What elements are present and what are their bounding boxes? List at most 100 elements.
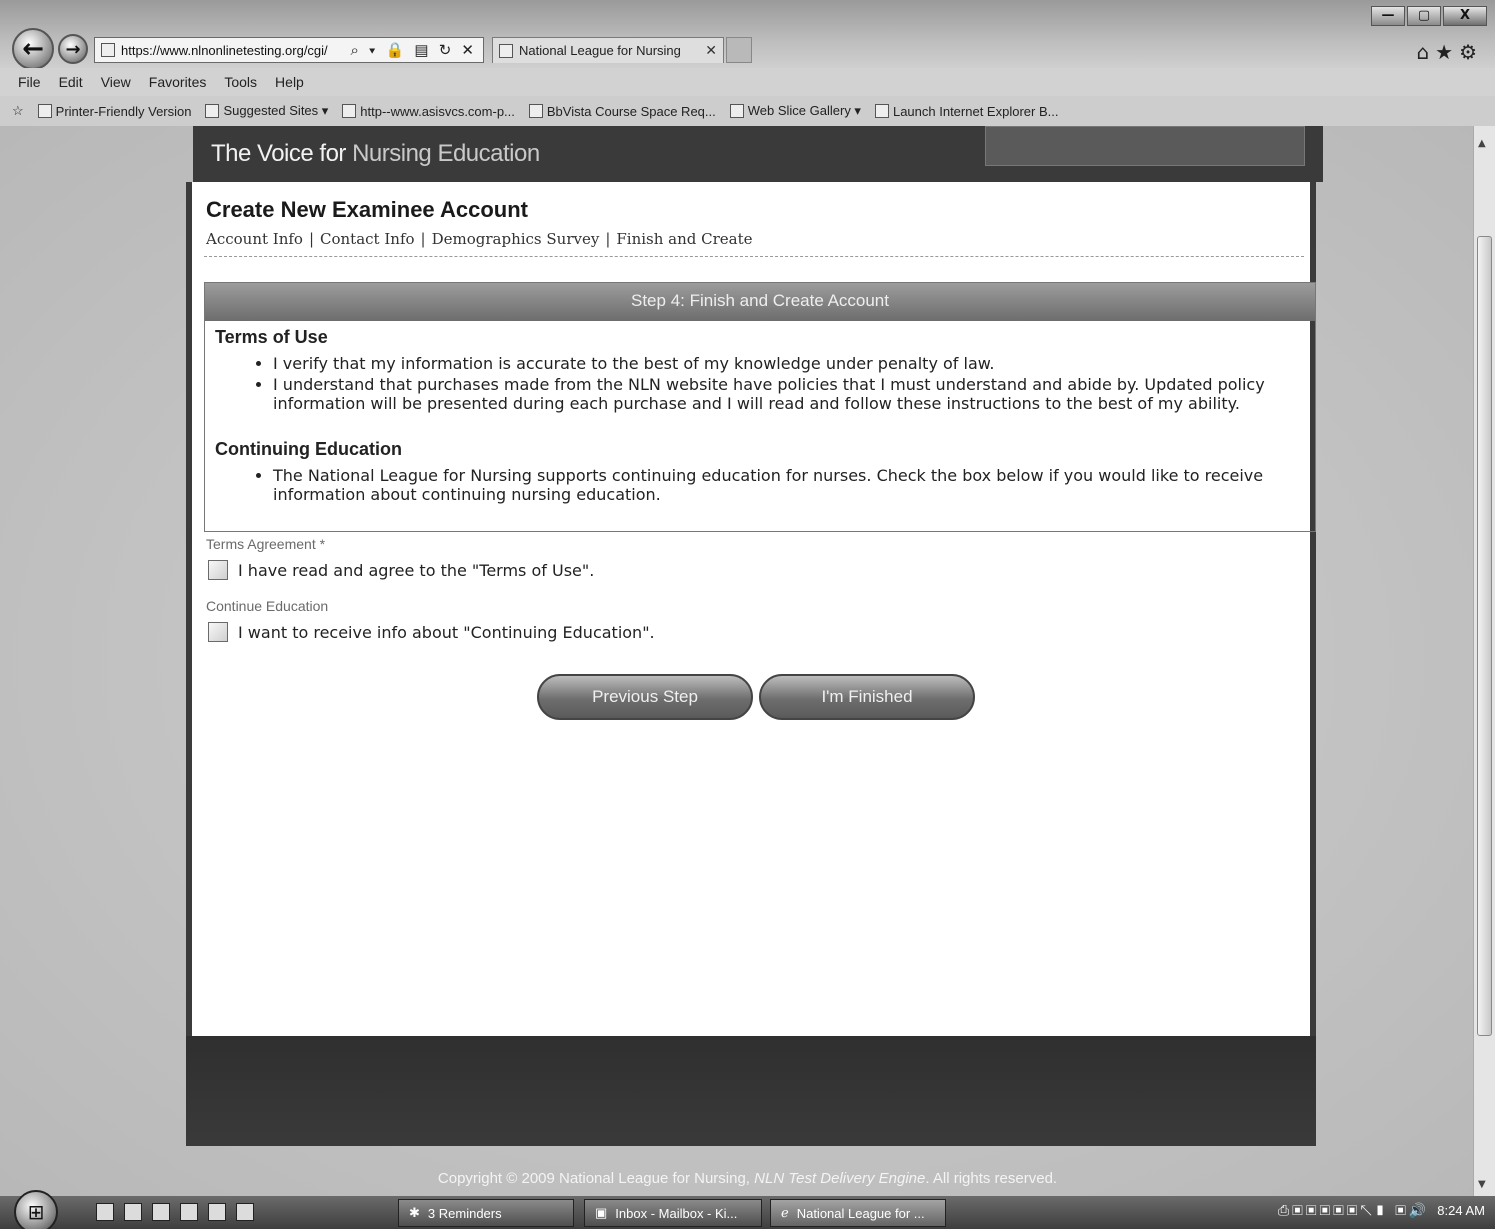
menu-file[interactable]: File	[18, 74, 41, 90]
favorite-item[interactable]: Launch Internet Explorer B...	[874, 103, 1059, 119]
address-bar[interactable]: https://www.nlnonlinetesting.org/cgi/ ⌕ …	[94, 37, 484, 63]
terms-list: I verify that my information is accurate…	[273, 354, 1305, 413]
favorite-label: Suggested Sites ▾	[223, 103, 329, 118]
menu-help[interactable]: Help	[275, 74, 304, 90]
divider	[204, 256, 1304, 257]
menu-edit[interactable]: Edit	[59, 74, 83, 90]
quick-launch-icon[interactable]	[96, 1203, 114, 1221]
favorite-label: http--www.asisvcs.com-p...	[360, 103, 515, 119]
favorites-star-icon[interactable]: ☆	[12, 103, 24, 119]
ie-icon	[205, 104, 220, 118]
terms-agreement-checkbox[interactable]	[208, 560, 228, 580]
minimize-button[interactable]: —	[1371, 6, 1405, 26]
tab-close-icon[interactable]: ✕	[705, 42, 717, 59]
tab-national-league[interactable]: National League for Nursing ✕	[492, 37, 724, 63]
quick-launch-icon[interactable]	[180, 1203, 198, 1221]
maximize-button[interactable]: ▢	[1407, 6, 1441, 26]
address-tools[interactable]: ⌕ ▾ 🔒 ▤ ↻ ✕	[350, 41, 477, 59]
site-favicon-icon	[101, 43, 115, 57]
quick-launch-icon[interactable]	[236, 1203, 254, 1221]
bell-icon: ✱	[409, 1205, 420, 1220]
favorite-item[interactable]: Printer-Friendly Version	[37, 103, 192, 119]
taskbar-item-label: 3 Reminders	[427, 1205, 502, 1221]
finish-button[interactable]: I'm Finished	[759, 674, 975, 720]
link-icon	[342, 104, 357, 118]
taskbar-item-label: National League for ...	[796, 1205, 925, 1221]
favorite-label: Launch Internet Explorer B...	[892, 103, 1059, 119]
copyright-end: . All rights reserved.	[925, 1170, 1058, 1187]
menu-bar: File Edit View Favorites Tools Help	[0, 68, 1495, 96]
taskbar-item-ie[interactable]: ℯ National League for ...	[770, 1199, 946, 1227]
quick-launch-icon[interactable]	[152, 1203, 170, 1221]
taskbar-item-reminders[interactable]: ✱ 3 Reminders	[398, 1199, 574, 1227]
continuing-education-heading: Continuing Education	[215, 439, 402, 459]
site-footer	[186, 1036, 1316, 1146]
tagline-main: The Voice for	[211, 140, 353, 167]
favorite-item[interactable]: Web Slice Gallery ▾	[729, 103, 861, 119]
new-tab-button[interactable]	[726, 37, 752, 63]
favorite-item[interactable]: BbVista Course Space Req...	[528, 103, 716, 119]
site-header: The Voice for Nursing Education	[193, 126, 1323, 182]
continue-education-text[interactable]: I want to receive info about "Continuing…	[238, 623, 655, 642]
terms-agreement-text[interactable]: I have read and agree to the "Terms of U…	[238, 561, 594, 580]
taskbar-item-label: Inbox - Mailbox - Ki...	[615, 1205, 738, 1221]
ce-list: The National League for Nursing supports…	[273, 466, 1305, 504]
back-arrow-icon: ←	[22, 34, 44, 64]
back-button[interactable]: ←	[12, 28, 54, 70]
step-contact-info[interactable]: Contact Info	[320, 230, 415, 248]
menu-favorites[interactable]: Favorites	[149, 74, 207, 90]
favorite-item[interactable]: Suggested Sites ▾	[205, 103, 328, 119]
vertical-scrollbar[interactable]: ▲ ▼	[1473, 126, 1495, 1196]
system-tray: ⎙▣▣▣▣▣↖▮ ▣🔊 8:24 AM	[1278, 1202, 1485, 1219]
steps-breadcrumb: Account Info | Contact Info | Demographi…	[206, 230, 753, 248]
copyright-main: Copyright © 2009 National League for Nur…	[437, 1170, 755, 1187]
tab-title: National League for Nursing	[519, 43, 681, 58]
taskbar-item-inbox[interactable]: ▣ Inbox - Mailbox - Ki...	[584, 1199, 762, 1227]
tab-favicon-icon	[499, 43, 513, 58]
continue-education-checkbox[interactable]	[208, 622, 228, 642]
menu-view[interactable]: View	[101, 74, 131, 90]
list-item: I understand that purchases made from th…	[273, 375, 1305, 413]
previous-step-button[interactable]: Previous Step	[537, 674, 753, 720]
terms-of-use-heading: Terms of Use	[215, 327, 328, 347]
continue-education-label: Continue Education	[206, 598, 329, 614]
favorites-bar: ☆ Printer-Friendly Version Suggested Sit…	[0, 96, 1495, 126]
favorite-label: BbVista Course Space Req...	[546, 103, 716, 119]
tagline-accent: Nursing Education	[352, 140, 540, 167]
favorite-item[interactable]: http--www.asisvcs.com-p...	[342, 104, 515, 119]
start-button[interactable]: ⊞	[14, 1190, 58, 1229]
step-separator: |	[605, 230, 611, 248]
clock[interactable]: 8:24 AM	[1437, 1203, 1485, 1218]
page-icon	[528, 104, 543, 118]
step-body: Terms of Use I verify that my informatio…	[205, 321, 1315, 510]
header-banner	[985, 126, 1305, 166]
list-item: The National League for Nursing supports…	[273, 466, 1305, 504]
scroll-down-icon[interactable]: ▼	[1478, 1179, 1486, 1190]
list-item: I verify that my information is accurate…	[273, 354, 1305, 373]
favorite-label: Printer-Friendly Version	[55, 103, 192, 119]
step-header: Step 4: Finish and Create Account	[205, 283, 1315, 321]
ie-icon: ℯ	[781, 1205, 789, 1220]
copyright-product: NLN Test Delivery Engine	[754, 1170, 926, 1187]
quick-launch-icon[interactable]	[124, 1203, 142, 1221]
terms-agreement-row: I have read and agree to the "Terms of U…	[208, 560, 594, 580]
quick-launch-icon[interactable]	[208, 1203, 226, 1221]
home-favorites-tools-icons[interactable]: ⌂★⚙	[1416, 40, 1483, 64]
step-account-info[interactable]: Account Info	[206, 230, 303, 248]
address-url[interactable]: https://www.nlnonlinetesting.org/cgi/	[121, 43, 344, 58]
tray-icons[interactable]: ⎙▣▣▣▣▣↖▮ ▣🔊	[1278, 1202, 1429, 1219]
page-icon	[37, 104, 52, 118]
quick-launch	[96, 1203, 254, 1221]
step-finish-and-create[interactable]: Finish and Create	[616, 230, 752, 248]
browser-titlebar: ← → https://www.nlnonlinetesting.org/cgi…	[0, 0, 1495, 70]
scroll-thumb[interactable]	[1477, 236, 1492, 1036]
site-tagline: The Voice for Nursing Education	[211, 140, 540, 168]
forward-button[interactable]: →	[58, 34, 88, 64]
menu-tools[interactable]: Tools	[224, 74, 257, 90]
window-controls: — ▢ X	[1371, 6, 1487, 26]
step-separator: |	[420, 230, 426, 248]
scroll-up-icon[interactable]: ▲	[1478, 138, 1486, 149]
close-window-button[interactable]: X	[1443, 6, 1487, 26]
step-demographics-survey[interactable]: Demographics Survey	[432, 230, 600, 248]
copyright-text: Copyright © 2009 National League for Nur…	[0, 1170, 1495, 1187]
